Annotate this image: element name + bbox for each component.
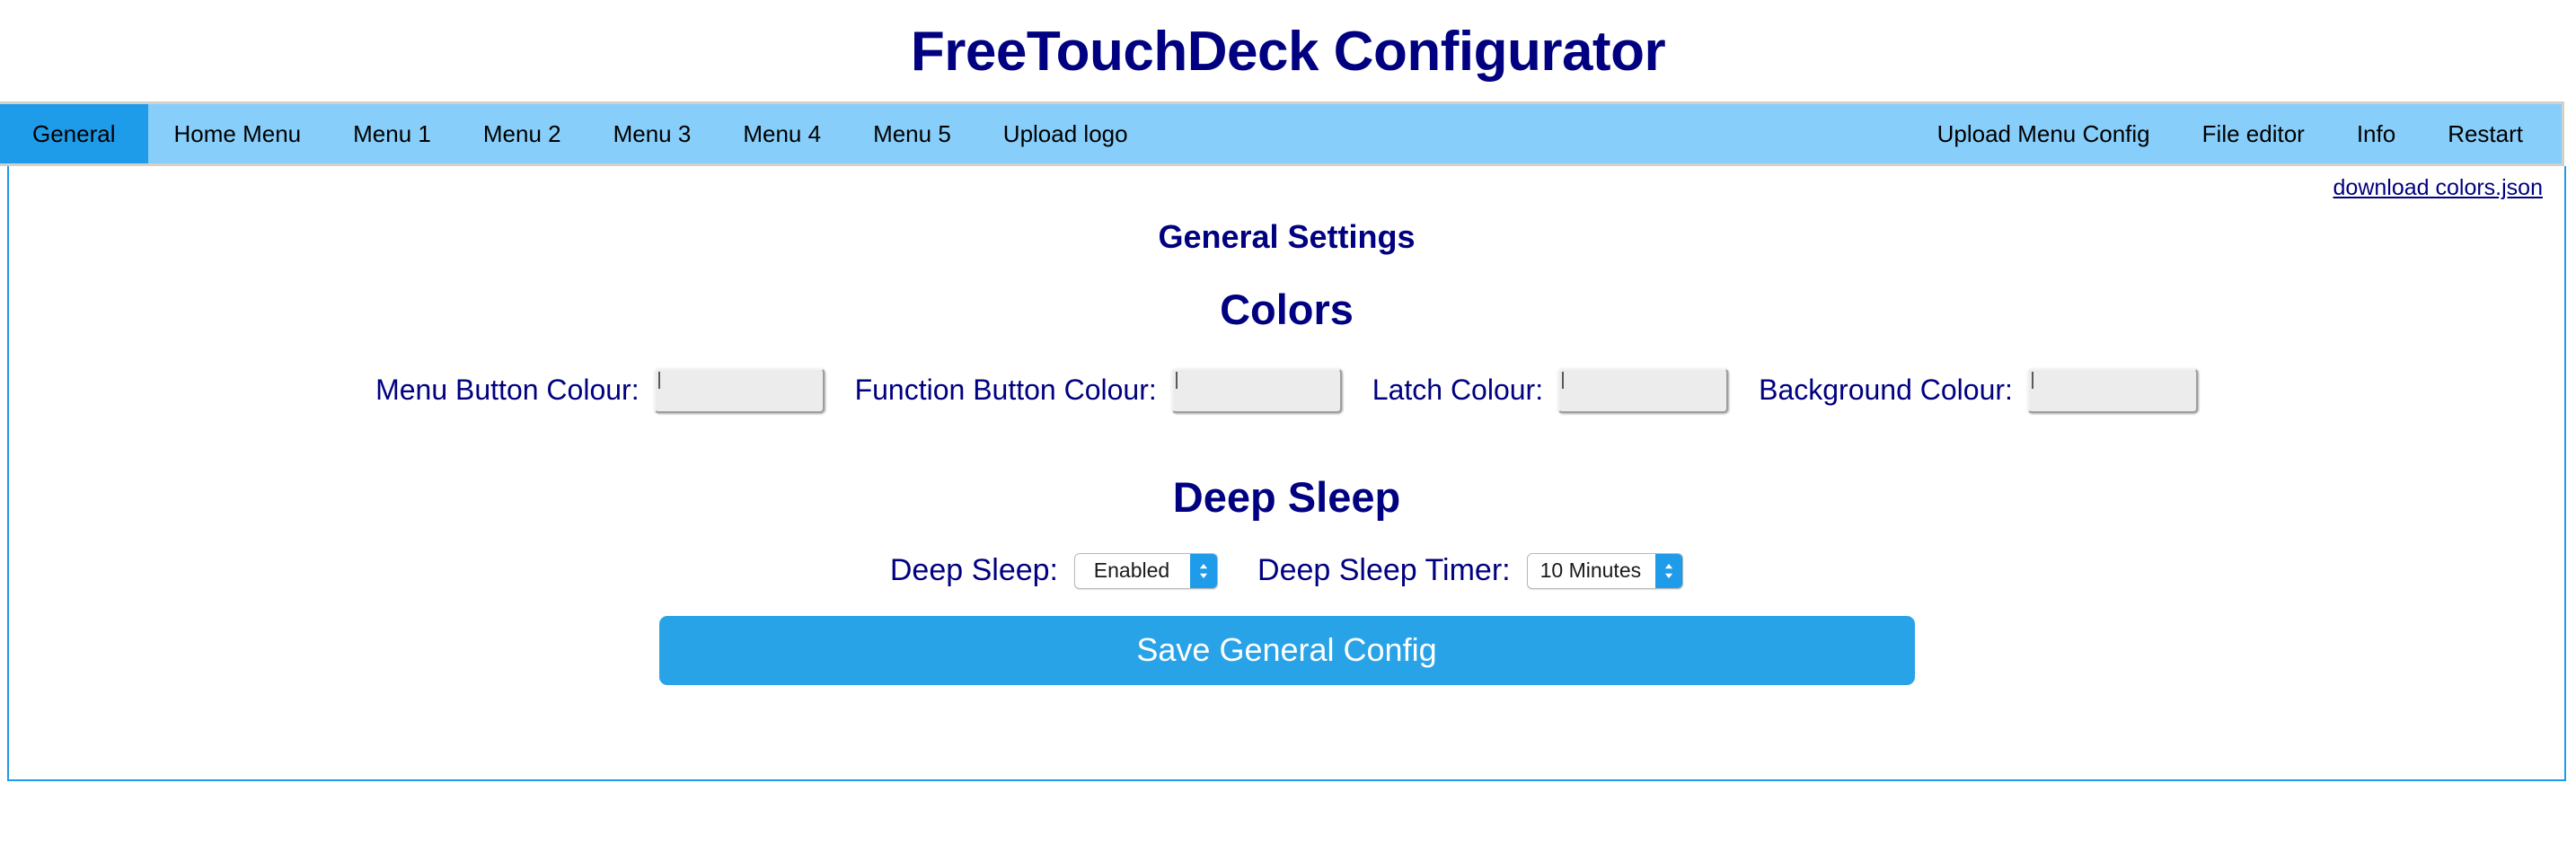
deep-sleep-timer-label: Deep Sleep Timer: [1257,553,1511,588]
nav-tab-menu-3[interactable]: Menu 3 [587,104,718,163]
latch-colour-label: Latch Colour: [1372,374,1544,407]
function-button-colour-field: Function Button Colour: [854,367,1342,413]
deep-sleep-select[interactable]: Enabled [1074,552,1219,589]
menu-button-colour-swatch-fill [657,371,660,389]
deep-sleep-select-value: Enabled [1093,558,1170,583]
nav-tab-file-editor[interactable]: File editor [2176,104,2331,163]
save-general-config-button[interactable]: Save General Config [658,615,1915,685]
deep-sleep-timer-select-value: 10 Minutes [1539,558,1642,583]
download-link-row: download colors.json [9,166,2564,201]
background-colour-swatch[interactable] [2026,367,2198,413]
latch-colour-field: Latch Colour: [1372,367,1729,413]
nav-tab-menu-4[interactable]: Menu 4 [717,104,847,163]
nav-tab-upload-logo[interactable]: Upload logo [977,104,1154,163]
nav-tab-upload-logo-label: Upload logo [1002,119,1128,147]
main-navigation-bar: General Home Menu Menu 1 Menu 2 Menu 3 M… [0,101,2564,166]
nav-tab-menu-1-label: Menu 1 [353,119,431,147]
latch-colour-swatch[interactable] [1557,367,1729,413]
nav-tab-menu-4-label: Menu 4 [743,119,822,147]
function-button-colour-swatch[interactable] [1170,367,1342,413]
nav-tab-file-editor-label: File editor [2201,119,2305,147]
download-colors-json-link[interactable]: download colors.json [2333,175,2543,200]
nav-tab-info[interactable]: Info [2331,104,2422,163]
nav-tab-upload-menu-config-label: Upload Menu Config [1936,119,2150,147]
deep-sleep-field: Deep Sleep: Enabled [889,552,1219,589]
menu-button-colour-label: Menu Button Colour: [375,374,640,407]
settings-content-panel: download colors.json General Settings Co… [7,166,2566,781]
nav-tab-home-menu-label: Home Menu [173,119,302,147]
nav-tab-info-label: Info [2356,119,2396,147]
page-title: FreeTouchDeck Configurator [910,21,1666,83]
chevron-up-down-icon [1655,553,1683,588]
colors-field-row: Menu Button Colour: Function Button Colo… [9,367,2564,413]
chevron-up-down-icon [1190,553,1218,588]
deep-sleep-heading: Deep Sleep [1172,472,1401,521]
nav-tab-menu-3-label: Menu 3 [613,119,692,147]
save-button-row: Save General Config [9,615,2564,685]
background-colour-field: Background Colour: [1759,367,2198,413]
nav-tab-menu-1[interactable]: Menu 1 [327,104,457,163]
function-button-colour-label: Function Button Colour: [854,374,1157,407]
colors-heading: Colors [1220,286,1354,334]
deep-sleep-timer-field: Deep Sleep Timer: 10 Minutes [1257,552,1684,589]
deep-sleep-timer-select[interactable]: 10 Minutes [1526,552,1684,589]
function-button-colour-swatch-fill [1175,371,1178,389]
menu-button-colour-field: Menu Button Colour: [375,367,825,413]
nav-left-group: General Home Menu Menu 1 Menu 2 Menu 3 M… [0,104,1154,163]
nav-tab-restart[interactable]: Restart [2422,104,2549,163]
nav-tab-general-label: General [32,119,116,147]
nav-right-group: Upload Menu Config File editor Info Rest… [1911,104,2562,163]
nav-tab-menu-2[interactable]: Menu 2 [457,104,587,163]
nav-tab-home-menu[interactable]: Home Menu [148,104,328,163]
nav-tab-menu-5-label: Menu 5 [873,119,951,147]
deep-sleep-label: Deep Sleep: [889,553,1059,588]
nav-tab-menu-2-label: Menu 2 [482,119,561,147]
menu-button-colour-swatch[interactable] [653,367,825,413]
nav-tab-upload-menu-config[interactable]: Upload Menu Config [1911,104,2176,163]
deep-sleep-field-row: Deep Sleep: Enabled Deep Sleep Timer: 10… [9,552,2564,589]
general-settings-heading: General Settings [1158,218,1416,255]
nav-tab-restart-label: Restart [2448,119,2523,147]
nav-tab-general[interactable]: General [0,104,148,163]
background-colour-label: Background Colour: [1759,374,2013,407]
latch-colour-swatch-fill [1562,371,1565,389]
nav-tab-menu-5[interactable]: Menu 5 [847,104,977,163]
background-colour-swatch-fill [2031,371,2033,389]
